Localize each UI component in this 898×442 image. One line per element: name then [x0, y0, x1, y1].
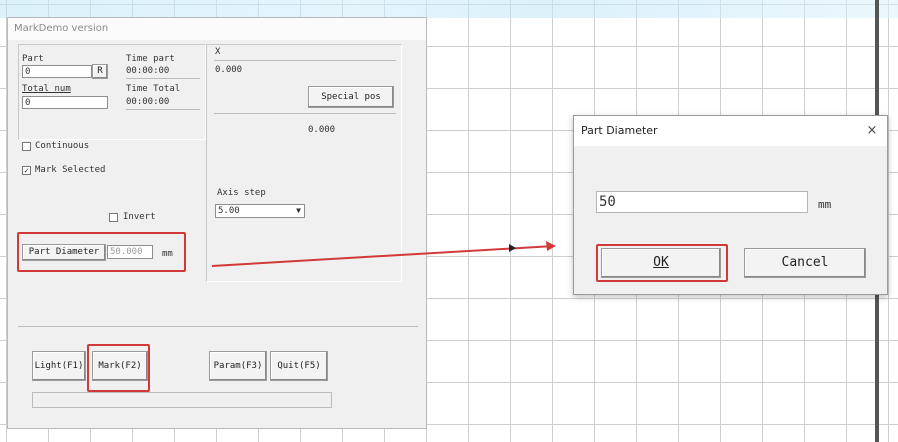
part-diameter-dialog: Part Diameter × 50 mm OK Cancel	[573, 115, 888, 295]
diameter-unit: mm	[818, 198, 832, 211]
cancel-button[interactable]: Cancel	[744, 248, 866, 278]
arrow-head	[546, 241, 556, 251]
ok-button-highlight	[596, 244, 728, 282]
cancel-label: Cancel	[781, 255, 829, 270]
cursor-marker	[509, 244, 516, 252]
diameter-input[interactable]: 50	[596, 191, 808, 213]
arrow-line	[211, 245, 555, 267]
close-icon[interactable]: ×	[863, 116, 881, 146]
dialog-title: Part Diameter	[574, 116, 887, 146]
